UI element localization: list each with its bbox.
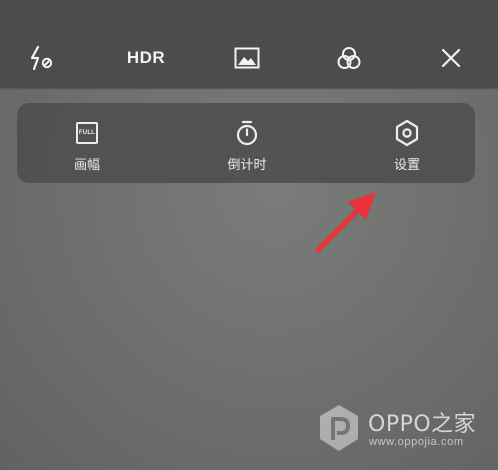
countdown-timer-label: 倒计时 (227, 158, 267, 173)
aspect-ratio-option[interactable]: FULL 画幅 (27, 103, 147, 183)
gallery-button[interactable] (227, 38, 267, 78)
watermark-url: www.oppojia.com (369, 436, 464, 448)
timer-icon (233, 119, 261, 147)
hdr-label: HDR (126, 48, 166, 67)
full-frame-icon: FULL (73, 119, 101, 147)
aspect-ratio-label: 画幅 (73, 158, 100, 173)
watermark-brand: OPPO之家 (368, 412, 477, 437)
close-button[interactable] (431, 38, 471, 78)
filter-circles-icon (336, 46, 362, 70)
settings-hexagon-icon (393, 119, 421, 147)
filter-button[interactable] (329, 38, 369, 78)
image-icon (234, 47, 260, 69)
hdr-button[interactable]: HDR (124, 38, 168, 78)
settings-option[interactable]: 设置 (347, 103, 467, 183)
red-pointer-arrow (300, 180, 390, 260)
settings-label: 设置 (393, 158, 420, 173)
site-watermark: OPPO之家 www.oppojia.com (318, 404, 490, 458)
close-icon (441, 48, 461, 68)
watermark-logo-icon (320, 405, 358, 451)
camera-options-panel: FULL 画幅 倒计时 设置 (17, 103, 475, 183)
flash-toggle-button[interactable] (22, 38, 62, 78)
camera-top-toolbar: HDR (0, 0, 498, 89)
flash-off-icon (28, 45, 56, 71)
countdown-timer-option[interactable]: 倒计时 (187, 103, 307, 183)
